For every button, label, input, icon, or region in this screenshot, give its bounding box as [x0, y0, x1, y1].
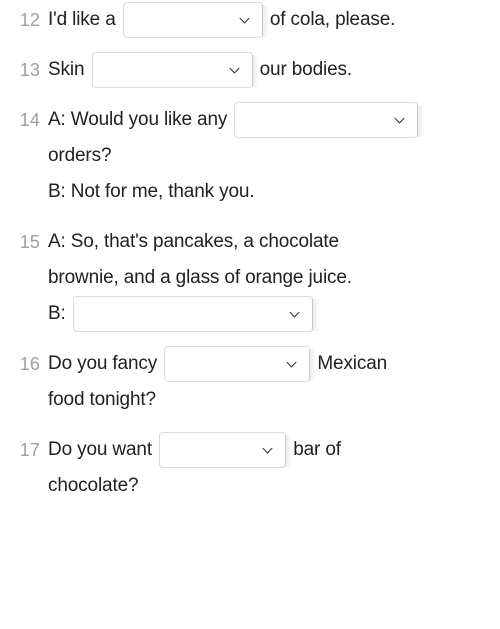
question-text: Mexican — [312, 353, 388, 375]
answer-dropdown[interactable] — [164, 346, 317, 382]
question-text: bar of — [288, 439, 341, 461]
question-text: B: Not for me, thank you. — [48, 181, 255, 203]
question-text: our bodies. — [254, 59, 353, 81]
question-number: 12 — [19, 10, 40, 30]
chevron-down-icon — [285, 358, 298, 371]
question-line: A: Would you like any — [48, 102, 498, 138]
question-line: I'd like a of cola, please. — [48, 2, 498, 38]
question-text: orders? — [48, 145, 112, 167]
answer-dropdown[interactable] — [91, 52, 259, 88]
answer-dropdown[interactable] — [122, 2, 269, 38]
answer-dropdown[interactable] — [234, 102, 425, 138]
question-text: Do you fancy — [48, 353, 163, 375]
question-line: orders? — [48, 138, 498, 174]
question-text: A: So, that's pancakes, a chocolate — [48, 231, 339, 252]
question-line: Skin our bodies. — [48, 52, 498, 88]
question-line: Do you want bar of — [48, 432, 498, 468]
chevron-down-icon — [393, 114, 406, 127]
question-number: 15 — [19, 232, 40, 252]
question-text: I'd like a — [48, 9, 121, 31]
question-number: 17 — [19, 440, 40, 460]
question-line: A: So, that's pancakes, a chocolate — [48, 224, 498, 260]
question-text: of cola, please. — [264, 9, 396, 31]
question-text: B: — [48, 303, 71, 325]
question-text: brownie, and a glass of orange juice. — [48, 267, 352, 288]
question-line: food tonight? — [48, 382, 498, 418]
quiz-questions-list: 12 I'd like a of cola, please. 13 Skin our … — [0, 0, 500, 629]
question-number: 13 — [19, 60, 40, 80]
chevron-down-icon — [238, 14, 251, 27]
question-line: chocolate? — [48, 468, 498, 504]
answer-dropdown[interactable] — [72, 296, 319, 332]
question-text: food tonight? — [48, 389, 156, 411]
question-body: I'd like a of cola, please. — [48, 2, 498, 38]
question-number: 14 — [19, 110, 40, 130]
question-number: 16 — [19, 354, 40, 374]
question-line: brownie, and a glass of orange juice. — [48, 260, 498, 296]
question-body: A: So, that's pancakes, a chocolate brown… — [48, 224, 498, 332]
chevron-down-icon — [228, 64, 241, 77]
chevron-down-icon — [288, 308, 301, 321]
question-body: A: Would you like any orders? B: Not for … — [48, 102, 498, 210]
question-text: chocolate? — [48, 475, 139, 497]
question-line: B: — [48, 296, 498, 332]
question-body: Skin our bodies. — [48, 52, 498, 88]
question-line: B: Not for me, thank you. — [48, 174, 498, 210]
question-line: Do you fancy Mexican — [48, 346, 498, 382]
question-text: A: Would you like any — [48, 109, 233, 131]
question-body: Do you fancy Mexican food tonight? — [48, 346, 498, 418]
question-text: Skin — [48, 59, 90, 81]
answer-dropdown[interactable] — [159, 432, 293, 468]
question-text: Do you want — [48, 439, 158, 461]
question-body: Do you want bar of chocolate? — [48, 432, 498, 504]
chevron-down-icon — [261, 444, 274, 457]
